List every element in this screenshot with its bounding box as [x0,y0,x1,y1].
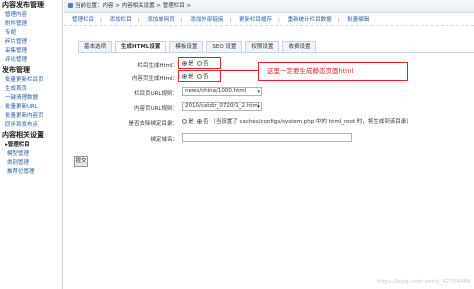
sidebar-item[interactable]: 批量更新URL [0,103,62,112]
row-bind-domain: 绑定域名： [78,132,468,144]
callout-annotation: 这里一定要生成静态页面html [258,62,408,81]
breadcrumb: 当前位置：内容 > 内容相关设置 > 管理栏目 > [75,3,192,9]
field-label: 是否去除绑定目录： [128,121,178,127]
row-remove-bind-dir: 是否去除绑定目录： 是 否 （当设置了 caches/configs/syste… [78,116,468,128]
separator: | [278,17,280,23]
sidebar-item[interactable]: 附件管理 [0,20,62,29]
tab-charge[interactable]: 收费设置 [282,41,317,52]
submenu-bar: 管理栏目 | 添加栏目 | 添加单网页 | 添加外部链接 | 更新栏目缓存 | 重新统计栏… [64,14,474,26]
submenu-item[interactable]: 更新栏目缓存 [239,17,272,23]
sidebar-item-active[interactable]: ▸管理栏目 [0,141,62,150]
highlight-box [178,70,221,82]
field-label: 内容页生成Html： [131,76,178,82]
separator: | [337,17,340,23]
sidebar-section-title[interactable]: 内容发布管理 [0,0,62,11]
row-category-url: 栏目页URL规则： news/china/1000.html ▾ [78,86,468,98]
field-label: 栏目页URL规则： [134,91,178,97]
tab-seo[interactable]: SEO 设置 [206,41,243,52]
select-value: news/china/1000.html [185,88,247,94]
chevron-down-icon: ▾ [257,104,260,110]
submenu-item[interactable]: 批量编辑 [347,17,369,23]
separator: | [137,17,140,23]
submenu-item[interactable]: 添加栏目 [110,17,132,23]
category-url-select[interactable]: news/china/1000.html ▾ [182,87,262,96]
sidebar-item[interactable]: 生成首页 [0,85,62,94]
separator: | [229,17,232,23]
watermark: https://blog.csdn.net/u_42764049 [376,279,470,285]
sidebar-item[interactable]: 模型管理 [0,150,62,159]
separator: | [180,17,183,23]
tab-template[interactable]: 模板设置 [169,41,204,52]
field-label: 绑定域名： [150,137,178,143]
sidebar-item[interactable]: 管理内容 [0,11,62,20]
sidebar-section-title[interactable]: 发布管理 [0,65,62,76]
radio-yes[interactable] [182,119,187,124]
callout-connector [221,70,258,71]
submenu-item[interactable]: 管理栏目 [72,17,94,23]
tab-html-settings[interactable]: 生成HTML设置 [115,41,167,52]
sidebar-section-title[interactable]: 内容相关设置 [0,130,62,141]
bind-domain-input[interactable] [182,133,352,142]
sidebar-item[interactable]: 一键清理数据 [0,94,62,103]
tab-divider [78,52,474,53]
separator: | [100,17,102,23]
breadcrumb-bar: 当前位置：内容 > 内容相关设置 > 管理栏目 > [64,0,474,13]
home-icon [68,3,73,8]
sidebar-item[interactable]: 采集管理 [0,47,62,56]
sidebar-item[interactable]: 同步到发布点 [0,121,62,130]
field-label: 内容页URL规则： [134,106,178,112]
row-content-url: 内容页URL规则： 2010/catdir_0720/1_2.html ▾ [78,101,468,113]
sidebar-item[interactable]: 碎片管理 [0,38,62,47]
field-note: （当设置了 caches/configs/system.php 中的 html_… [210,119,412,125]
field-label: 栏目生成Html： [137,63,178,69]
sidebar-item[interactable]: 批量更新内容页 [0,112,62,121]
field [182,133,352,142]
submenu-item[interactable]: 重新统计栏目数据 [288,17,332,23]
submenu-item[interactable]: 添加外部链接 [190,17,223,23]
radio-label: 否 [203,119,209,125]
tab-basic[interactable]: 基本选项 [78,41,113,52]
radio-no[interactable] [197,119,203,124]
radio-label: 是 [188,119,194,125]
sidebar-item[interactable]: 推荐位管理 [0,168,62,177]
radio-group: 是 否 （当设置了 caches/configs/system.php 中的 h… [182,117,412,125]
sidebar-item[interactable]: 类别管理 [0,159,62,168]
field: 2010/catdir_0720/1_2.html ▾ [182,102,262,111]
field: news/china/1000.html ▾ [182,87,262,96]
select-value: 2010/catdir_0720/1_2.html [185,103,260,109]
sidebar-item[interactable]: 评论管理 [0,56,62,65]
sidebar: 内容发布管理 管理内容 附件管理 专题 碎片管理 采集管理 评论管理 发布管理 … [0,0,63,289]
tab-bar: 基本选项 生成HTML设置 模板设置 SEO 设置 权限设置 收费设置 [78,41,319,52]
submenu-item[interactable]: 添加单网页 [147,17,175,23]
chevron-down-icon: ▾ [257,89,260,95]
sidebar-item[interactable]: 批量更新栏目页 [0,76,62,85]
submit-button[interactable]: 提交 [74,156,88,167]
sidebar-item[interactable]: 专题 [0,29,62,38]
tab-permission[interactable]: 权限设置 [245,41,280,52]
highlight-box [178,57,221,69]
sidebar-item-label: 管理栏目 [7,142,30,148]
content-url-select[interactable]: 2010/catdir_0720/1_2.html ▾ [182,102,262,111]
